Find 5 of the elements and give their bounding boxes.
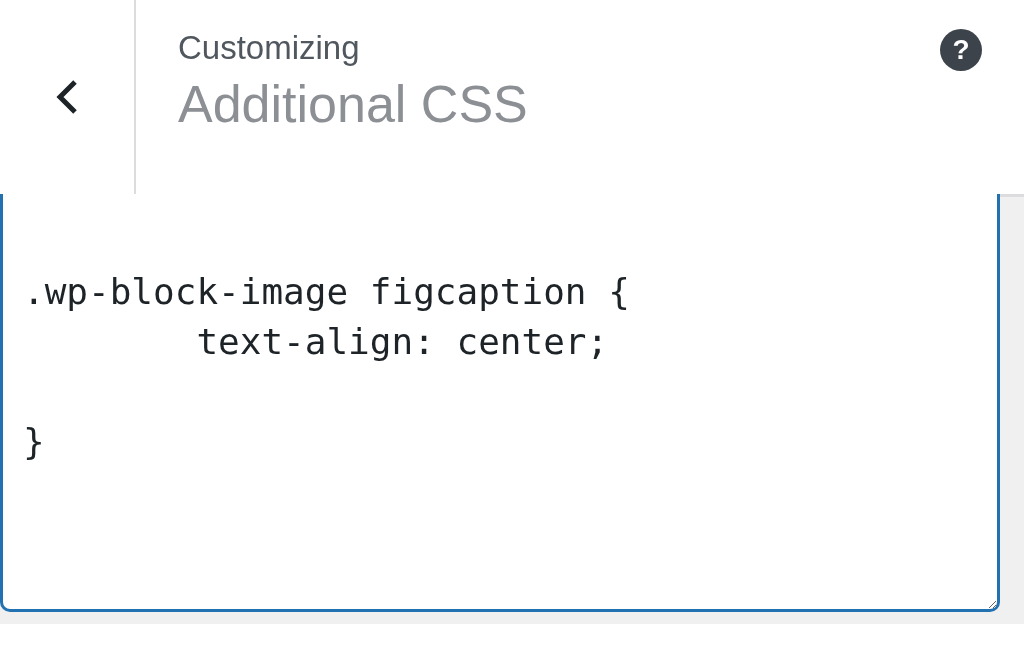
css-code-editor[interactable]: .wp-block-image figcaption { text-align: center; } <box>0 194 1000 612</box>
panel-subtitle: Customizing <box>178 28 361 68</box>
panel-title: Additional CSS <box>178 73 529 135</box>
back-icon <box>55 79 79 115</box>
help-button[interactable]: ? <box>940 29 982 71</box>
